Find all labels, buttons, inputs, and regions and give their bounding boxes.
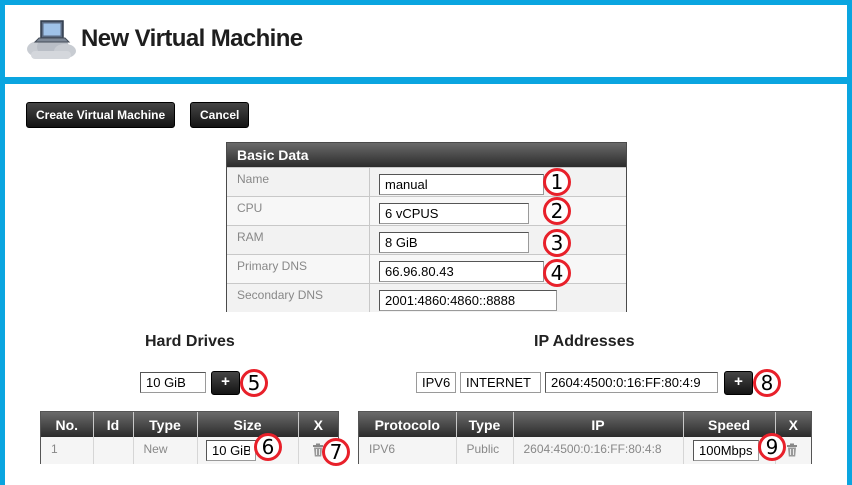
column-header[interactable]: Protocolo <box>359 412 457 437</box>
column-header[interactable]: Type <box>456 412 514 437</box>
basic-data-panel: Basic Data Name CPU RAM Primary DNS Seco… <box>226 142 627 312</box>
column-header[interactable]: Size <box>197 412 299 437</box>
ip-addresses-title: IP Addresses <box>534 333 635 350</box>
column-header[interactable]: Id <box>93 412 134 437</box>
name-input[interactable] <box>379 174 544 195</box>
drive-no: 1 <box>41 437 94 464</box>
ip-value: 2604:4500:0:16:FF:80:4:8 <box>513 437 684 464</box>
secondary-dns-input[interactable] <box>379 290 557 311</box>
drive-size-field[interactable] <box>206 440 256 461</box>
column-header[interactable]: X <box>775 412 811 437</box>
ip-type-select[interactable]: INTERNET <box>460 372 541 393</box>
primary-dns-input[interactable] <box>379 261 544 282</box>
protocol-select[interactable]: IPV6 <box>416 372 456 393</box>
drive-size-input[interactable] <box>140 372 206 393</box>
callout-badge-6: 6 <box>254 433 282 461</box>
hard-drives-title: Hard Drives <box>145 333 235 350</box>
column-header[interactable]: IP <box>513 412 684 437</box>
field-row-secondary-dns: Secondary DNS <box>227 283 626 312</box>
field-label: Primary DNS <box>227 255 370 283</box>
ip-speed-field[interactable] <box>693 440 759 461</box>
column-header[interactable]: Speed <box>683 412 776 437</box>
add-ip-button[interactable]: + <box>724 371 753 395</box>
table-row: 1 New <box>41 437 338 464</box>
column-header[interactable]: X <box>298 412 338 437</box>
callout-badge-4: 4 <box>543 259 571 287</box>
hard-drives-table: No. Id Type Size X 1 New <box>41 412 338 464</box>
ip-address-input[interactable] <box>545 372 718 393</box>
ip-protocol: IPV6 <box>359 437 457 464</box>
field-label: Name <box>227 168 370 196</box>
column-header[interactable]: Type <box>133 412 198 437</box>
basic-data-title: Basic Data <box>227 143 626 167</box>
callout-badge-7: 7 <box>322 438 350 466</box>
callout-badge-1: 1 <box>543 168 571 196</box>
drive-type: New <box>133 437 198 464</box>
add-drive-button[interactable]: + <box>211 371 240 395</box>
callout-badge-3: 3 <box>543 229 571 257</box>
callout-badge-8: 8 <box>753 369 781 397</box>
callout-badge-2: 2 <box>543 197 571 225</box>
callout-badge-9: 9 <box>758 433 786 461</box>
field-label: Secondary DNS <box>227 284 370 312</box>
cpu-input[interactable] <box>379 203 529 224</box>
cloud-computer-icon <box>27 20 76 59</box>
column-header[interactable]: No. <box>41 412 94 437</box>
header-panel: New Virtual Machine <box>5 5 847 77</box>
callout-badge-5: 5 <box>240 369 268 397</box>
cancel-button[interactable]: Cancel <box>190 102 250 128</box>
ram-input[interactable] <box>379 232 529 253</box>
ip-type: Public <box>456 437 514 464</box>
trash-icon[interactable] <box>786 443 798 457</box>
field-label: RAM <box>227 226 370 254</box>
field-label: CPU <box>227 197 370 225</box>
drive-id <box>93 437 134 464</box>
page-title: New Virtual Machine <box>81 25 303 52</box>
create-vm-button[interactable]: Create Virtual Machine <box>26 102 176 128</box>
